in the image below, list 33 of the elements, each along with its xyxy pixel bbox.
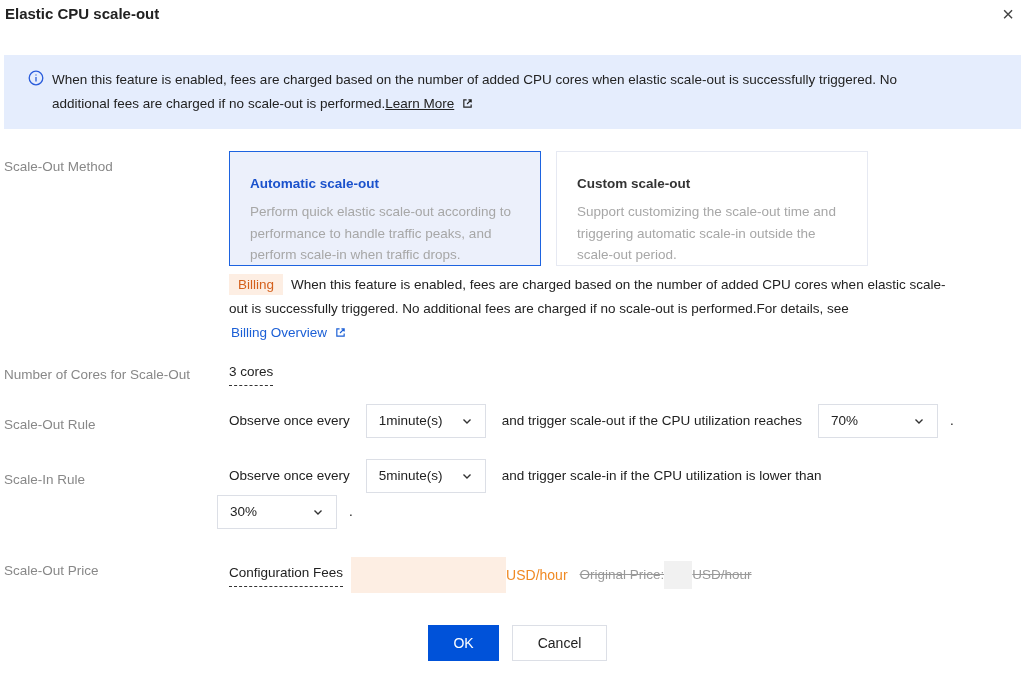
ok-button[interactable]: OK	[428, 625, 499, 661]
dialog-title: Elastic CPU scale-out	[5, 3, 160, 24]
period: .	[349, 502, 353, 521]
learn-more-link[interactable]: Learn More	[385, 96, 474, 111]
interval-select[interactable]: 5minute(s)	[365, 459, 486, 493]
close-button[interactable]: ×	[1002, 4, 1014, 24]
info-text: When this feature is enabled, fees are charged based on the number of added CPU cores when elastic scale-out is successfully triggered. No additional fees are charged if no scale-out is performed.Learn More	[52, 71, 898, 113]
field-label: Scale-In Rule	[4, 472, 86, 487]
original-price-unit: USD/hour	[692, 565, 752, 584]
field-label: Scale-Out Price	[4, 563, 99, 578]
external-link-icon	[462, 98, 474, 109]
billing-overview-link[interactable]: Billing Overview	[231, 325, 347, 340]
external-link-icon	[335, 327, 347, 338]
field-label: Number of Cores for Scale-Out	[4, 367, 191, 382]
cancel-button[interactable]: Cancel	[512, 625, 607, 661]
rule-text: and trigger scale-out if the CPU utilization reaches	[501, 411, 802, 430]
original-price-label: Original Price:	[579, 565, 665, 584]
field-label: Scale-Out Method	[4, 159, 113, 174]
billing-note: Billing When this feature is enabled, fees are charged based on the number of added CPU cores when elastic scale-out is successfully triggered. No additional fees are charged if no scale-out is performed.For details, see Billing Overview	[229, 273, 1021, 345]
price-unit: USD/hour	[506, 565, 568, 585]
cores-value: 3 cores	[229, 362, 274, 386]
rule-text: and trigger scale-in if the CPU utilization is lower than	[501, 466, 822, 485]
interval-select[interactable]: 1minute(s)	[365, 404, 486, 438]
fee-label: Configuration Fees	[229, 563, 344, 587]
option-card[interactable]: Custom scale-out Support customizing the scale-out time and triggering automatic scale-in outside the scale-out period.	[556, 151, 868, 266]
option-card[interactable]: Automatic scale-out Perform quick elastic scale-out according to performance to handle traffic peaks, and perform scale-in when traffic drops.	[229, 151, 541, 266]
threshold-select[interactable]: 70%	[817, 404, 938, 438]
info-icon	[28, 70, 44, 86]
field-label: Scale-Out Rule	[4, 417, 96, 432]
rule-text: Observe once every	[229, 411, 350, 430]
threshold-select[interactable]: 30%	[217, 495, 337, 529]
period: .	[949, 411, 954, 430]
rule-text: Observe once every	[229, 466, 350, 485]
